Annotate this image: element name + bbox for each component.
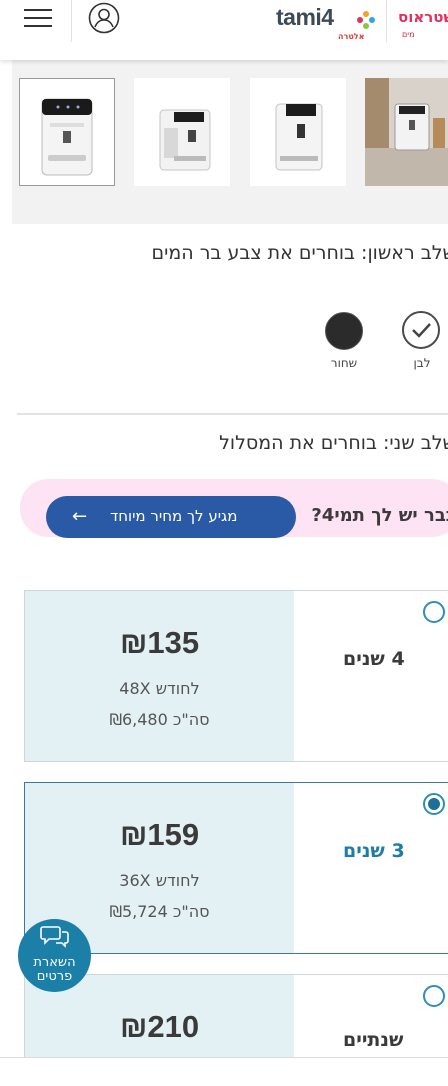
thumbnail-kitchen-photo[interactable] [365, 78, 448, 186]
flower-icon [357, 11, 375, 29]
arrow-left-icon: ← [72, 506, 88, 527]
color-label-white: לבן [413, 356, 431, 370]
product-gallery [12, 60, 448, 224]
shtraus-logo-sub: מים [402, 30, 415, 39]
shtraus-logo[interactable]: שטראוס מים [396, 0, 448, 42]
plan-duration: 3 שנים [343, 840, 405, 862]
site-header: tami4 אלטרה שטראוס מים [0, 0, 448, 60]
plan-price: ₪210 [119, 1009, 200, 1044]
step2-title: שלב שני: בוחרים את המסלול [219, 432, 448, 454]
leave-details-button[interactable]: השארת פרטים [18, 919, 91, 992]
chat-bubbles-icon [40, 926, 69, 948]
thumbnail-machine-side[interactable] [134, 78, 230, 186]
section-divider [17, 413, 448, 415]
color-swatch-white[interactable] [402, 311, 440, 349]
hamburger-menu-icon[interactable] [24, 9, 54, 29]
plan-radio[interactable] [423, 985, 445, 1007]
tami4-logo[interactable]: tami4 אלטרה [276, 2, 380, 42]
thumbnail-machine-front[interactable] [19, 78, 115, 186]
plan-duration: 4 שנים [343, 648, 405, 670]
tami4-logo-sub: אלטרה [338, 32, 365, 41]
thumbnail-machine-angle[interactable] [250, 78, 346, 186]
checkmark-icon [412, 323, 431, 338]
plan-price: ₪135 [119, 625, 200, 660]
color-label-black: שחור [330, 356, 358, 370]
shtraus-logo-text: שטראוס [398, 8, 448, 26]
header-divider [71, 0, 72, 42]
leave-details-line1: השארת [33, 955, 76, 970]
price-panel: ₪135 48X לחודש סה"כ ₪6,480 [25, 591, 294, 761]
plan-radio[interactable] [423, 793, 445, 815]
plan-price: ₪159 [119, 817, 200, 852]
color-swatch-black[interactable] [325, 312, 363, 350]
plan-card-4-years[interactable]: ₪135 48X לחודש סה"כ ₪6,480 4 שנים [24, 590, 448, 762]
plan-card-3-years[interactable]: ₪159 36X לחודש סה"כ ₪5,724 3 שנים [24, 782, 448, 954]
plan-total: סה"כ ₪5,724 [109, 902, 210, 921]
header-divider [386, 0, 387, 42]
plan-radio[interactable] [423, 601, 445, 623]
plan-monthly: 48X לחודש [119, 679, 200, 698]
plan-total: סה"כ ₪6,480 [109, 710, 210, 729]
promo-text: כבר יש לך תמי4? [311, 505, 448, 526]
user-icon[interactable] [88, 2, 120, 34]
leave-details-line2: פרטים [36, 969, 73, 984]
bottom-bar [0, 1057, 448, 1086]
plan-duration: שנתיים [343, 1029, 404, 1051]
plan-monthly: 36X לחודש [119, 871, 200, 890]
special-price-button[interactable]: מגיע לך מחיר מיוחד ← [46, 496, 296, 538]
special-price-button-label: מגיע לך מחיר מיוחד [110, 507, 238, 525]
step1-title: שלב ראשון: בוחרים את צבע בר המים [151, 242, 448, 264]
tami4-logo-text: tami4 [276, 4, 334, 30]
